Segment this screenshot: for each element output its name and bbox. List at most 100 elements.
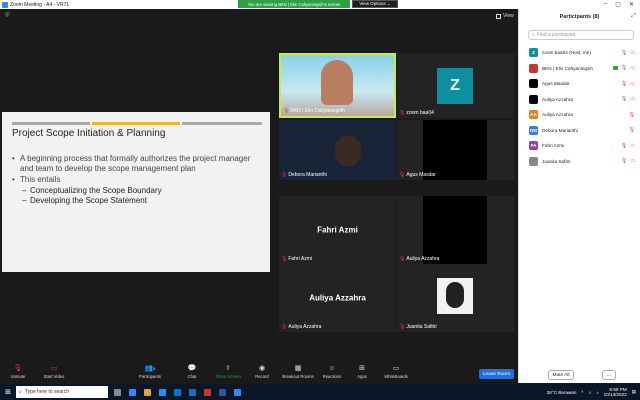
video-tile-zoom-baa04[interactable]: Z 🎙︎ zoom baa04 xyxy=(397,53,514,118)
video-off-icon[interactable]: ▭ xyxy=(630,65,635,71)
search-placeholder: Find a participant xyxy=(536,32,576,38)
participant-name: zoom baa04 (Host, me) xyxy=(542,50,591,56)
zoom-active-icon[interactable] xyxy=(234,388,241,396)
view-options-button[interactable]: View Options ⌄ xyxy=(352,0,398,8)
weather-widget[interactable]: 28°C Berawan xyxy=(547,390,577,395)
network-icon[interactable]: ⌂ xyxy=(589,390,592,395)
minimize-icon[interactable]: – xyxy=(604,1,607,8)
video-off-icon[interactable]: ▭ xyxy=(630,143,635,149)
panel-popout-icon[interactable]: ⤢ xyxy=(631,13,636,20)
video-tile-auliya-2[interactable]: Auliya Azzahra 🎙︎ Auliya Azzahra xyxy=(279,264,396,332)
shield-icon[interactable]: ⛨ xyxy=(5,13,11,19)
slide-bar-orange xyxy=(92,122,180,125)
notification-icon[interactable]: ▤ xyxy=(632,389,636,395)
view-button[interactable]: View xyxy=(496,13,514,19)
whiteboards-button[interactable]: ▭ Whiteboards xyxy=(378,364,414,379)
system-tray: 28°C Berawan ^ ⌂ ♪ 6:59 PM 10/13/2022 ▤ xyxy=(547,384,640,400)
video-tile-elin[interactable]: 🎙︎ BKN | Elin Cahyaningsih xyxy=(279,53,396,118)
close-icon[interactable]: ✕ xyxy=(629,1,634,8)
record-button[interactable]: ◉ Record xyxy=(244,364,280,379)
slide-bullet: A beginning process that formally author… xyxy=(12,154,260,174)
participant-video xyxy=(321,60,353,105)
chrome-icon[interactable] xyxy=(204,388,211,396)
participants-label: Participants xyxy=(139,374,161,379)
slide-sub-bullet: Developing the Scope Statement xyxy=(22,196,260,206)
mic-icon[interactable]: 🎙︎ xyxy=(621,65,627,71)
video-tile-debora[interactable]: 🎙︎ Debora Marianthi xyxy=(279,120,396,180)
participant-row[interactable]: Juanita Safitri 🎙︎ ▭ xyxy=(519,154,640,170)
unmute-button[interactable]: 🎙︎ Unmute xyxy=(0,364,36,379)
tile-big-name: Auliya Azzahra xyxy=(309,293,366,303)
volume-icon[interactable]: ♪ xyxy=(596,390,598,395)
more-options-button[interactable]: ... xyxy=(602,370,616,380)
word-icon[interactable] xyxy=(219,388,226,396)
muted-mic-icon[interactable]: 🎙︎ xyxy=(621,143,627,149)
avatar xyxy=(529,156,538,166)
clock[interactable]: 6:59 PM 10/13/2022 xyxy=(604,387,627,397)
participant-video xyxy=(423,120,487,180)
tile-name: Fahri Azmi xyxy=(288,256,312,262)
mute-all-button[interactable]: Mute All xyxy=(548,370,574,380)
windows-start-icon[interactable]: ⊞ xyxy=(0,384,16,400)
search-icon: ⌕ xyxy=(532,32,535,38)
edge-icon[interactable] xyxy=(159,388,166,396)
file-explorer-icon[interactable] xyxy=(144,388,151,396)
video-off-icon: ▭ xyxy=(50,365,58,372)
muted-mic-icon[interactable]: 🎙︎ xyxy=(629,112,635,118)
participant-row[interactable]: BKN | Elin Cahyaningsih 🎙︎ ▭ xyxy=(519,61,640,77)
muted-mic-icon[interactable]: 🎙︎ xyxy=(621,96,627,102)
participant-search-input[interactable]: ⌕ Find a participant xyxy=(528,30,634,40)
participant-name: Auliya Azzahra xyxy=(542,112,574,118)
whiteboards-label: Whiteboards xyxy=(384,374,408,379)
slide-bar-gray-right xyxy=(182,122,262,125)
start-video-label: Start Video xyxy=(43,374,65,379)
breakout-rooms-button[interactable]: ▦ Breakout Rooms xyxy=(278,364,318,379)
share-screen-icon: ⬆ xyxy=(225,365,231,372)
maximize-icon[interactable]: ▢ xyxy=(615,1,621,8)
participant-row[interactable]: Z zoom baa04 (Host, me) 🎙︎ ▭ xyxy=(519,45,640,61)
leave-room-button[interactable]: Leave Room xyxy=(479,369,514,379)
muted-mic-icon[interactable]: 🎙︎ xyxy=(629,127,635,133)
task-view-icon[interactable] xyxy=(114,388,121,396)
zoom-taskbar-icon[interactable] xyxy=(129,388,136,396)
mail-icon[interactable] xyxy=(189,388,196,396)
start-video-button[interactable]: ▭ Start Video xyxy=(36,364,72,379)
participant-row[interactable]: Auliya Azzahra 🎙︎ ▭ xyxy=(519,92,640,108)
video-off-icon[interactable]: ▭ xyxy=(630,96,635,102)
video-tile-juanita[interactable]: 🎙︎ Juanita Safitri xyxy=(397,264,514,332)
muted-mic-icon: 🎙︎ xyxy=(13,365,23,372)
video-tile-agus[interactable]: 🎙︎ Agus Masdar xyxy=(397,120,514,180)
breakout-icon: ▦ xyxy=(294,365,302,372)
apps-button[interactable]: ⊞ Apps xyxy=(344,364,380,379)
participant-name: Debora Marianthi xyxy=(542,127,578,133)
video-off-icon[interactable]: ▭ xyxy=(630,81,635,87)
participant-row[interactable]: AA Auliya Azzahra 🎙︎ xyxy=(519,107,640,123)
participant-row[interactable]: Agus Masdar 🎙︎ ▭ xyxy=(519,76,640,92)
muted-mic-icon: 🎙︎ xyxy=(399,256,406,262)
participant-row[interactable]: FA Fahri Azmi 🎙︎ ▭ xyxy=(519,138,640,154)
taskbar-search-input[interactable]: ⌕ Type here to search xyxy=(16,386,108,398)
muted-mic-icon: 🎙︎ xyxy=(399,324,406,330)
muted-mic-icon[interactable]: 🎙︎ xyxy=(621,81,627,87)
slide-bullet: This entails xyxy=(12,175,260,185)
share-screen-button[interactable]: ⬆ Share Screen xyxy=(210,364,246,379)
tray-arrow-icon[interactable]: ^ xyxy=(581,390,583,395)
video-tile-fahri[interactable]: Fahri Azmi 🎙︎ Fahri Azmi xyxy=(279,196,396,264)
video-off-icon[interactable]: ▭ xyxy=(630,50,635,56)
video-tile-auliya-1[interactable]: 🎙︎ Auliya Azzahra xyxy=(397,196,514,264)
participant-name: Fahri Azmi xyxy=(542,143,565,149)
chat-icon: 💬 xyxy=(187,365,197,372)
participant-row[interactable]: DM Debora Marianthi 🎙︎ xyxy=(519,123,640,139)
video-off-icon[interactable]: ▭ xyxy=(630,158,635,164)
unmute-label: Unmute xyxy=(10,374,26,379)
participants-panel: Participants (8) ⤢ ⌕ Find a participant … xyxy=(518,9,640,383)
store-icon[interactable] xyxy=(174,388,181,396)
apps-icon: ⊞ xyxy=(359,365,365,372)
chat-button[interactable]: 💬 Chat xyxy=(174,364,210,379)
participants-button[interactable]: 👥8 Participants xyxy=(132,364,168,379)
avatar: AA xyxy=(529,110,538,120)
muted-mic-icon[interactable]: 🎙︎ xyxy=(621,50,627,56)
participant-name: Auliya Azzahra xyxy=(542,96,574,102)
slide-bar-gray-left xyxy=(12,122,90,125)
muted-mic-icon[interactable]: 🎙︎ xyxy=(621,158,627,164)
